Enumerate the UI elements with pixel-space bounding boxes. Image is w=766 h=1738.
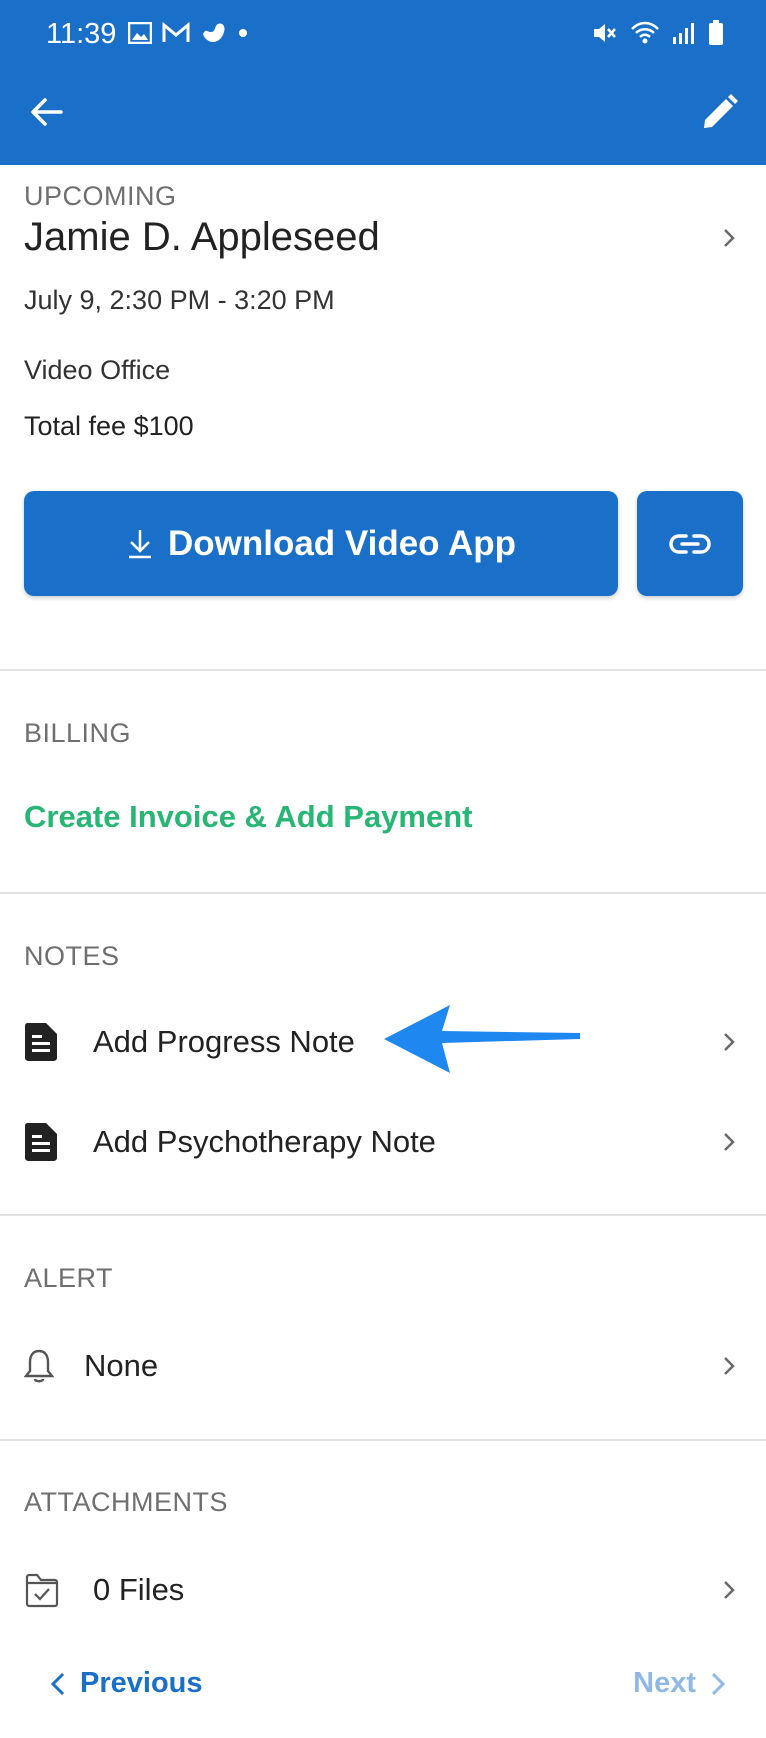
alert-heading: ALERT [24,1263,114,1293]
folder-icon [25,1573,59,1608]
arrow-left-icon [31,98,63,126]
status-icons-right [592,20,724,46]
document-icon [25,1123,57,1161]
mute-icon [594,24,616,42]
appointment-fee: Total fee $100 [24,411,194,441]
add-psychotherapy-note-label: Add Psychotherapy Note [93,1124,436,1159]
next-label: Next [633,1667,696,1699]
add-progress-note-row[interactable]: Add Progress Note [0,1002,766,1082]
battery-icon [709,20,723,45]
attachments-heading: ATTACHMENTS [24,1487,228,1517]
wifi-icon [631,21,659,44]
download-video-app-button[interactable]: Download Video App [24,491,618,596]
billing-heading: BILLING [24,718,132,748]
attachments-value: 0 Files [93,1572,185,1607]
chevron-right-icon [711,1672,726,1695]
copy-link-button[interactable] [637,491,743,596]
image-icon [128,22,152,44]
appointment-datetime: July 9, 2:30 PM - 3:20 PM [24,285,335,315]
bottom-navigation: Previous Next [0,1655,766,1725]
appointment-location: Video Office [24,355,171,385]
previous-button[interactable]: Previous [50,1667,203,1700]
status-time: 11:39 [46,18,117,50]
divider [0,1439,766,1441]
pencil-icon [704,94,738,128]
status-icons-left [128,20,248,46]
alert-value: None [84,1348,159,1383]
create-invoice-link[interactable]: Create Invoice & Add Payment [24,799,473,835]
download-icon [128,529,151,558]
signal-icon [673,23,694,44]
chevron-right-icon [724,1581,735,1599]
notes-heading: NOTES [24,941,120,971]
chevron-right-icon [724,1133,735,1151]
appointment-status: UPCOMING [24,181,177,211]
add-progress-note-label: Add Progress Note [93,1024,355,1059]
chevron-right-icon [724,1033,735,1051]
bell-icon [24,1349,54,1383]
alert-row[interactable]: None [0,1326,766,1406]
add-psychotherapy-note-row[interactable]: Add Psychotherapy Note [0,1102,766,1182]
annotation-arrow-icon [384,1005,580,1073]
chevron-left-icon [50,1672,65,1695]
document-icon [25,1023,57,1061]
chevron-right-icon [724,1357,735,1375]
app-bar: 11:39 [0,0,766,165]
back-button[interactable] [26,92,66,132]
link-icon [669,533,711,554]
divider [0,1214,766,1216]
previous-label: Previous [80,1667,203,1699]
gmail-icon [162,22,190,42]
chevron-right-icon[interactable] [718,227,740,249]
next-button[interactable]: Next [633,1667,726,1700]
attachments-row[interactable]: 0 Files [0,1550,766,1630]
download-video-app-label: Download Video App [167,523,517,563]
edit-button[interactable] [698,90,742,134]
client-name-link[interactable]: Jamie D. Appleseed [24,215,380,260]
divider [0,669,766,671]
divider [0,892,766,894]
dot-icon [239,29,247,37]
app-icon [203,23,225,42]
